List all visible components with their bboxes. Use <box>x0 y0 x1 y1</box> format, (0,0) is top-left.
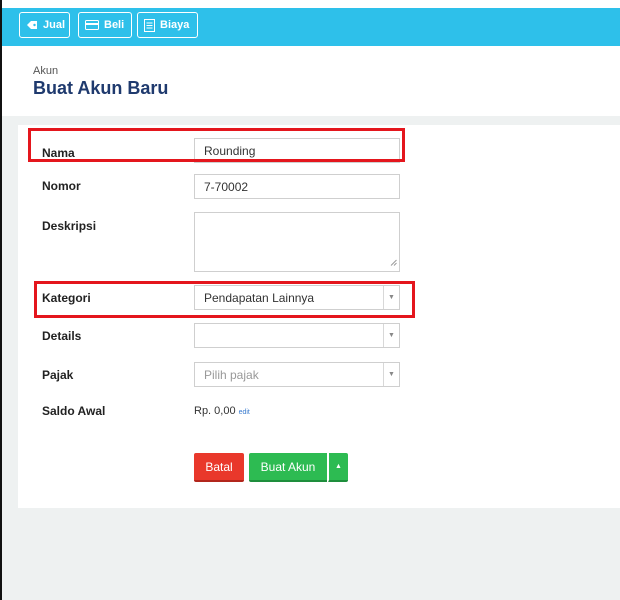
biaya-button[interactable]: Biaya <box>137 12 198 38</box>
highlight-nama <box>28 128 405 162</box>
card-icon <box>85 20 99 30</box>
nomor-label: Nomor <box>42 179 81 193</box>
saldo-awal-value: Rp. 0,00 <box>194 405 236 417</box>
page-header: Akun Buat Akun Baru <box>2 46 620 116</box>
pajak-label: Pajak <box>42 368 74 382</box>
highlight-kategori <box>34 281 415 318</box>
caret-up-icon: ▲ <box>335 463 342 470</box>
jual-button[interactable]: Jual <box>19 12 70 38</box>
toolbar: Jual Beli Biaya <box>2 8 620 46</box>
pajak-placeholder: Pilih pajak <box>204 367 259 382</box>
create-options-button[interactable]: ▲ <box>328 453 348 482</box>
jual-label: Jual <box>43 19 66 31</box>
nomor-input[interactable]: 7-70002 <box>194 174 400 199</box>
details-select[interactable]: ▼ <box>194 323 400 348</box>
saldo-edit-link[interactable]: edit <box>239 409 250 416</box>
chevron-down-icon: ▼ <box>383 363 399 386</box>
resize-handle-icon[interactable] <box>390 255 397 269</box>
pajak-select[interactable]: Pilih pajak ▼ <box>194 362 400 387</box>
tag-icon <box>26 19 38 31</box>
saldo-awal: Rp. 0,00 edit <box>194 405 250 417</box>
saldo-awal-label: Saldo Awal <box>42 404 106 418</box>
beli-label: Beli <box>104 19 125 31</box>
beli-button[interactable]: Beli <box>78 12 132 38</box>
document-icon <box>144 18 155 32</box>
biaya-label: Biaya <box>160 19 190 31</box>
breadcrumb: Akun <box>33 65 59 77</box>
deskripsi-label: Deskripsi <box>42 219 97 233</box>
deskripsi-textarea[interactable] <box>194 212 400 272</box>
nomor-value: 7-70002 <box>204 179 249 194</box>
details-label: Details <box>42 329 82 343</box>
chevron-down-icon: ▼ <box>383 324 399 347</box>
cancel-button[interactable]: Batal <box>194 453 244 482</box>
create-account-button[interactable]: Buat Akun <box>249 453 327 482</box>
page-title: Buat Akun Baru <box>33 78 169 98</box>
